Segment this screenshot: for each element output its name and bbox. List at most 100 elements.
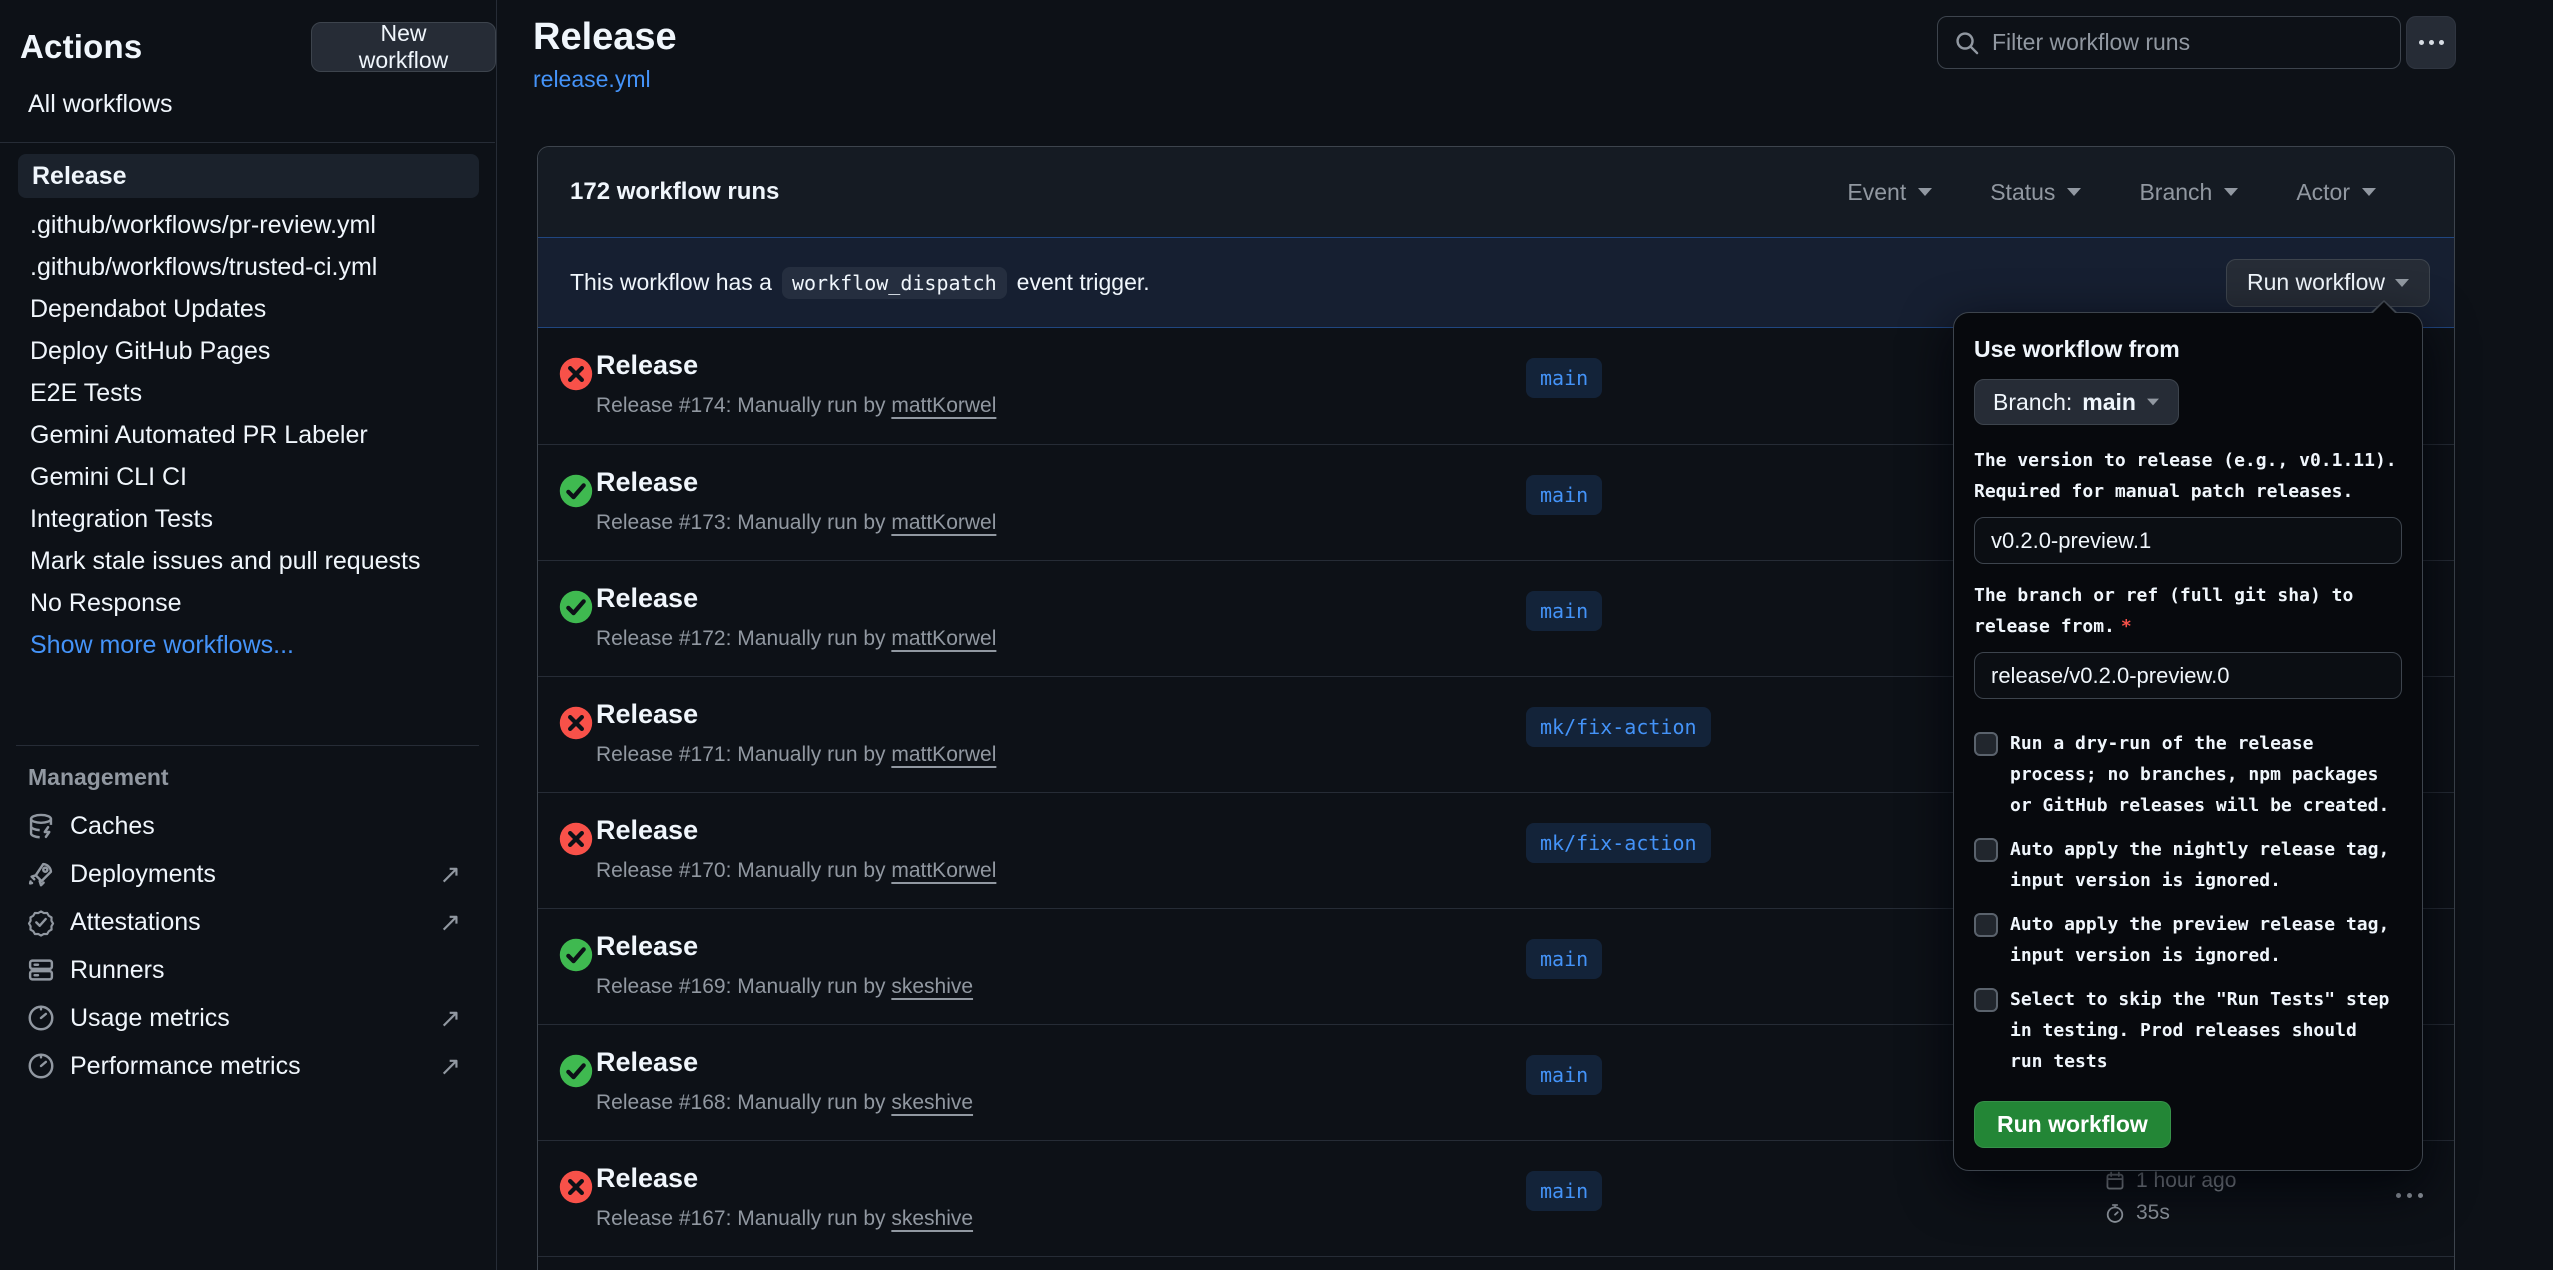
sidebar-item-integration-tests[interactable]: Integration Tests bbox=[0, 498, 495, 540]
run-time-text: 1 hour ago bbox=[2136, 1169, 2236, 1193]
run-actor-link[interactable]: skeshive bbox=[891, 975, 973, 998]
sidebar-item-dependabot-updates[interactable]: Dependabot Updates bbox=[0, 288, 495, 330]
run-description: Release #173: Manually run by mattKorwel bbox=[596, 511, 996, 535]
cache-icon bbox=[26, 811, 56, 841]
sidebar-item-e2e-tests[interactable]: E2E Tests bbox=[0, 372, 495, 414]
ref-input[interactable] bbox=[1974, 652, 2402, 699]
workflow-file-link[interactable]: release.yml bbox=[533, 66, 651, 93]
run-actor-link[interactable]: skeshive bbox=[891, 1091, 973, 1114]
filter-label: Branch bbox=[2139, 179, 2212, 206]
sidebar-item-mark-stale-issues-and-pull-requests[interactable]: Mark stale issues and pull requests bbox=[0, 540, 495, 582]
meter-icon bbox=[26, 1003, 56, 1033]
actions-page: Actions New workflow All workflows Relea… bbox=[0, 0, 2553, 1270]
run-title-link[interactable]: Release bbox=[596, 1163, 698, 1194]
run-actor-link[interactable]: mattKorwel bbox=[891, 627, 996, 650]
dialog-checkboxes: Run a dry-run of the release process; no… bbox=[1974, 728, 2402, 1077]
sidebar-item-all-workflows[interactable]: All workflows bbox=[28, 90, 172, 119]
run-workflow-submit-button[interactable]: Run workflow bbox=[1974, 1101, 2171, 1148]
sidebar-item-runners[interactable]: Runners bbox=[0, 946, 495, 994]
checkbox-label: Auto apply the preview release tag, inpu… bbox=[1998, 909, 2394, 971]
branch-label[interactable]: mk/fix-action bbox=[1526, 707, 1711, 747]
sidebar: Actions New workflow All workflows Relea… bbox=[0, 0, 497, 1270]
workflow-title: Release bbox=[533, 16, 677, 59]
dialog-checkbox-row: Select to skip the "Run Tests" step in t… bbox=[1974, 984, 2402, 1077]
branch-label[interactable]: main bbox=[1526, 939, 1602, 979]
server-icon bbox=[26, 955, 56, 985]
sidebar-item-github-workflows-pr-review-yml[interactable]: .github/workflows/pr-review.yml bbox=[0, 204, 495, 246]
run-title-link[interactable]: Release bbox=[596, 931, 698, 962]
run-success-icon bbox=[558, 937, 594, 973]
run-actor-link[interactable]: mattKorwel bbox=[891, 859, 996, 882]
checkbox-4[interactable] bbox=[1974, 988, 1998, 1012]
new-workflow-button[interactable]: New workflow bbox=[311, 22, 496, 72]
run-title-link[interactable]: Release bbox=[596, 350, 698, 381]
run-actor-link[interactable]: mattKorwel bbox=[891, 394, 996, 417]
run-kebab-menu-button[interactable] bbox=[2388, 1185, 2431, 1206]
sidebar-item-no-response[interactable]: No Response bbox=[0, 582, 495, 624]
sidebar-item-gemini-automated-pr-labeler[interactable]: Gemini Automated PR Labeler bbox=[0, 414, 495, 456]
filter-workflow-runs-box bbox=[1937, 16, 2401, 69]
branch-label[interactable]: main bbox=[1526, 1055, 1602, 1095]
run-title-link[interactable]: Release bbox=[596, 1047, 698, 1078]
branch-label[interactable]: main bbox=[1526, 1171, 1602, 1211]
run-description: Release #169: Manually run by skeshive bbox=[596, 975, 973, 999]
run-description: Release #174: Manually run by mattKorwel bbox=[596, 394, 996, 418]
sidebar-item-label: Usage metrics bbox=[70, 994, 230, 1042]
checkbox-3[interactable] bbox=[1974, 913, 1998, 937]
dialog-checkbox-row: Auto apply the preview release tag, inpu… bbox=[1974, 909, 2402, 971]
chevron-down-icon bbox=[2147, 399, 2159, 406]
run-actor-link[interactable]: mattKorwel bbox=[891, 511, 996, 534]
filter-dropdown-event[interactable]: Event bbox=[1847, 179, 1932, 206]
filter-dropdown-branch[interactable]: Branch bbox=[2139, 179, 2238, 206]
sidebar-item-gemini-cli-ci[interactable]: Gemini CLI CI bbox=[0, 456, 495, 498]
dialog-checkbox-row: Auto apply the nightly release tag, inpu… bbox=[1974, 834, 2402, 896]
branch-label[interactable]: main bbox=[1526, 475, 1602, 515]
branch-label[interactable]: main bbox=[1526, 591, 1602, 631]
run-failure-icon bbox=[558, 821, 594, 857]
run-actor-link[interactable]: skeshive bbox=[891, 1207, 973, 1230]
run-title-link[interactable]: Release bbox=[596, 467, 698, 498]
sidebar-item-deploy-github-pages[interactable]: Deploy GitHub Pages bbox=[0, 330, 495, 372]
run-title-link[interactable]: Release bbox=[596, 583, 698, 614]
filter-dropdown-actor[interactable]: Actor bbox=[2296, 179, 2376, 206]
branch-select-button[interactable]: Branch:main bbox=[1974, 379, 2179, 425]
version-input[interactable] bbox=[1974, 517, 2402, 564]
sidebar-item-caches[interactable]: Caches bbox=[0, 802, 495, 850]
external-link-icon: ↗ bbox=[439, 898, 461, 946]
external-link-icon: ↗ bbox=[439, 850, 461, 898]
workflow-dispatch-code: workflow_dispatch bbox=[782, 267, 1007, 299]
sidebar-item-attestations[interactable]: Attestations ↗ bbox=[0, 898, 495, 946]
workflow-nav: Release .github/workflows/pr-review.yml.g… bbox=[0, 150, 495, 666]
run-workflow-dropdown-button[interactable]: Run workflow bbox=[2226, 259, 2430, 307]
external-link-icon: ↗ bbox=[439, 1042, 461, 1090]
calendar-icon bbox=[2104, 1170, 2126, 1192]
chevron-down-icon bbox=[2067, 188, 2081, 196]
run-description: Release #171: Manually run by mattKorwel bbox=[596, 743, 996, 767]
run-failure-icon bbox=[558, 1169, 594, 1205]
chevron-down-icon bbox=[2395, 279, 2409, 287]
dialog-title: Use workflow from bbox=[1974, 335, 2402, 363]
banner-text: This workflow has a workflow_dispatch ev… bbox=[570, 267, 1150, 299]
sidebar-item-label: Attestations bbox=[70, 898, 201, 946]
checkbox-2[interactable] bbox=[1974, 838, 1998, 862]
sidebar-item-release[interactable]: Release bbox=[18, 154, 479, 198]
sidebar-item-performance-metrics[interactable]: Performance metrics ↗ bbox=[0, 1042, 495, 1090]
sidebar-item-label: Performance metrics bbox=[70, 1042, 301, 1090]
show-more-workflows-link[interactable]: Show more workflows... bbox=[0, 624, 495, 666]
sidebar-item-usage-metrics[interactable]: Usage metrics↗ bbox=[0, 994, 495, 1042]
sidebar-item-deployments[interactable]: Deployments↗ bbox=[0, 850, 495, 898]
branch-label[interactable]: main bbox=[1526, 358, 1602, 398]
run-duration: 35s bbox=[2104, 1197, 2236, 1229]
search-icon bbox=[1954, 30, 1980, 56]
branch-label[interactable]: mk/fix-action bbox=[1526, 823, 1711, 863]
run-description: Release #172: Manually run by mattKorwel bbox=[596, 627, 996, 651]
filter-dropdown-status[interactable]: Status bbox=[1990, 179, 2081, 206]
run-title-link[interactable]: Release bbox=[596, 815, 698, 846]
checkbox-1[interactable] bbox=[1974, 732, 1998, 756]
run-title-link[interactable]: Release bbox=[596, 699, 698, 730]
runs-filters: Event Status Branch Actor bbox=[1847, 179, 2376, 206]
run-actor-link[interactable]: mattKorwel bbox=[891, 743, 996, 766]
page-kebab-menu-button[interactable] bbox=[2406, 16, 2456, 69]
sidebar-item-github-workflows-trusted-ci-yml[interactable]: .github/workflows/trusted-ci.yml bbox=[0, 246, 495, 288]
filter-workflow-runs-input[interactable] bbox=[1992, 29, 2384, 56]
